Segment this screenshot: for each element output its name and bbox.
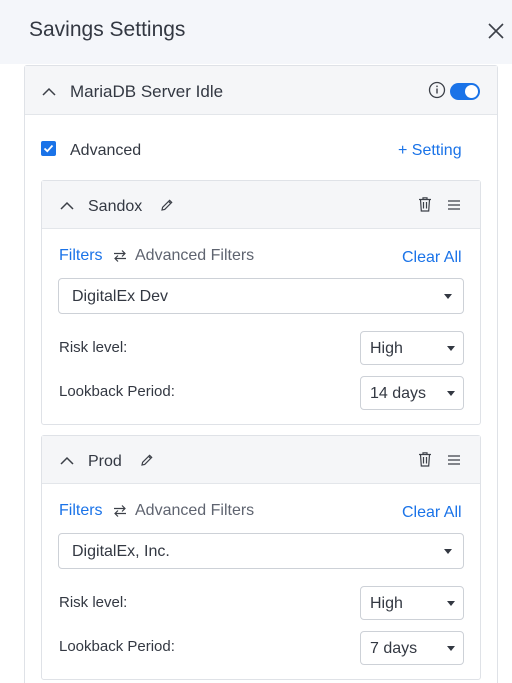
info-button[interactable] (428, 81, 446, 99)
caret-down-icon (447, 646, 455, 651)
checkmark-icon (43, 144, 54, 153)
lookback-period-select[interactable]: 14 days (360, 376, 464, 410)
account-select[interactable]: DigitalEx, Inc. (58, 533, 464, 569)
swap-icon (113, 504, 127, 518)
filters-tab[interactable]: Filters (59, 502, 103, 520)
risk-level-select[interactable]: High (360, 586, 464, 620)
rule-panel-header: MariaDB Server Idle (25, 66, 497, 115)
edit-name-button[interactable] (160, 198, 174, 212)
close-icon (488, 23, 504, 39)
filters-tab[interactable]: Filters (59, 247, 103, 265)
setting-card: Sandox Filters Advanced Filters Clear Al… (41, 180, 481, 425)
setting-card-header: Sandox (42, 181, 480, 229)
clear-all-button[interactable]: Clear All (402, 504, 462, 522)
chevron-up-icon (60, 201, 74, 210)
setting-name: Prod (88, 453, 122, 470)
info-icon (428, 81, 446, 99)
delete-setting-button[interactable] (418, 196, 432, 212)
setting-card-header: Prod (42, 436, 480, 484)
drag-handle[interactable] (447, 199, 461, 211)
collapse-setting-button[interactable] (59, 453, 75, 469)
trash-icon (419, 197, 431, 212)
lookback-period-value: 7 days (370, 640, 418, 657)
advanced-filters-tab[interactable]: Advanced Filters (135, 247, 254, 265)
edit-name-button[interactable] (140, 453, 154, 467)
toggle-knob (465, 85, 478, 98)
trash-icon (419, 452, 431, 467)
risk-level-label: Risk level: (59, 594, 128, 611)
setting-name: Sandox (88, 198, 143, 215)
caret-down-icon (444, 294, 452, 299)
drag-handle-icon (448, 200, 460, 210)
add-setting-button[interactable]: + Setting (398, 142, 462, 160)
risk-level-select[interactable]: High (360, 331, 464, 365)
savings-rule-panel: MariaDB Server Idle Advanced + Setting S… (24, 65, 498, 683)
caret-down-icon (447, 346, 455, 351)
delete-setting-button[interactable] (418, 451, 432, 467)
risk-level-value: High (370, 595, 403, 612)
pencil-icon (161, 199, 173, 211)
dialog-header: Savings Settings (0, 0, 512, 64)
lookback-period-label: Lookback Period: (59, 383, 175, 400)
chevron-up-icon (42, 87, 56, 96)
rule-title: MariaDB Server Idle (70, 82, 224, 101)
advanced-label: Advanced (70, 142, 142, 159)
lookback-period-label: Lookback Period: (59, 638, 175, 655)
advanced-checkbox[interactable] (41, 141, 56, 156)
account-select-value: DigitalEx Dev (72, 288, 169, 305)
drag-handle[interactable] (447, 454, 461, 466)
caret-down-icon (447, 391, 455, 396)
rule-enabled-toggle[interactable] (450, 83, 480, 100)
caret-down-icon (444, 549, 452, 554)
account-select-value: DigitalEx, Inc. (72, 543, 170, 560)
dialog-title: Savings Settings (29, 18, 186, 41)
clear-all-button[interactable]: Clear All (402, 249, 462, 267)
risk-level-label: Risk level: (59, 339, 128, 356)
pencil-icon (141, 454, 153, 466)
drag-handle-icon (448, 455, 460, 465)
collapse-setting-button[interactable] (59, 198, 75, 214)
lookback-period-select[interactable]: 7 days (360, 631, 464, 665)
close-button[interactable] (486, 21, 506, 41)
caret-down-icon (447, 601, 455, 606)
setting-card: Prod Filters Advanced Filters Clear All … (41, 435, 481, 680)
swap-icon (113, 249, 127, 263)
risk-level-value: High (370, 340, 403, 357)
account-select[interactable]: DigitalEx Dev (58, 278, 464, 314)
lookback-period-value: 14 days (370, 385, 427, 402)
chevron-up-icon (60, 456, 74, 465)
collapse-rule-button[interactable] (41, 84, 57, 100)
advanced-filters-tab[interactable]: Advanced Filters (135, 502, 254, 520)
